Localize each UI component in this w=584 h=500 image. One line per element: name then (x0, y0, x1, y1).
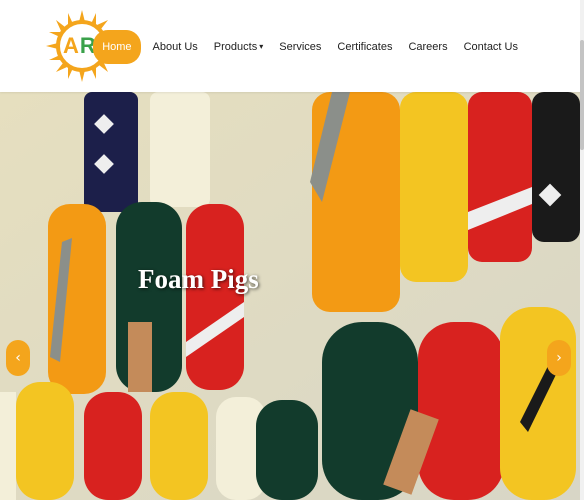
nav-certificates[interactable]: Certificates (329, 30, 400, 64)
scroll-thumb[interactable] (580, 40, 584, 150)
main-nav: Home About Us Products ▾ Services Certif… (93, 30, 526, 64)
chevron-right-icon: › (556, 350, 562, 366)
hero-carousel: Foam Pigs ‹ › (0, 92, 580, 500)
site-header: ARR Home About Us Products ▾ Services Ce… (0, 0, 584, 92)
carousel-prev-button[interactable]: ‹ (6, 340, 30, 376)
nav-contact-us[interactable]: Contact Us (456, 30, 526, 64)
slide-title: Foam Pigs (138, 264, 259, 294)
nav-careers[interactable]: Careers (400, 30, 455, 64)
carousel-next-button[interactable]: › (547, 340, 571, 376)
chevron-left-icon: ‹ (15, 350, 21, 366)
hero-image-foam-pigs (0, 92, 580, 500)
chevron-down-icon: ▾ (259, 42, 264, 51)
nav-products[interactable]: Products ▾ (206, 30, 271, 64)
nav-about-us[interactable]: About Us (145, 30, 206, 64)
nav-home[interactable]: Home (93, 30, 141, 64)
nav-products-label: Products (213, 41, 258, 53)
nav-services[interactable]: Services (271, 30, 329, 64)
page-scrollbar[interactable] (580, 0, 584, 500)
